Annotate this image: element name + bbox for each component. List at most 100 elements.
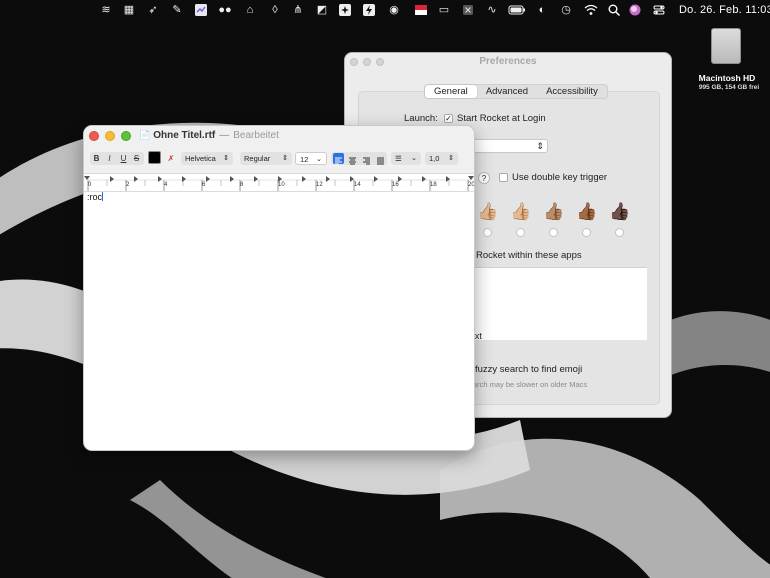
- rocket-icon[interactable]: ➶: [146, 3, 160, 17]
- line-spacing-value: 1,0: [429, 154, 440, 163]
- app-list: at nal 2 ne Text: [453, 267, 647, 340]
- ruler-number: 0: [88, 182, 92, 188]
- home-icon[interactable]: ⌂: [243, 3, 257, 17]
- skin-tone-radio-1[interactable]: [483, 228, 492, 237]
- fork-icon[interactable]: ⋔: [291, 3, 305, 17]
- tab-general[interactable]: General: [425, 85, 477, 98]
- document-title: 📄 Ohne Titel.rtf — Bearbeitet: [139, 130, 279, 141]
- italic-button[interactable]: I: [105, 153, 114, 165]
- bars-icon[interactable]: ≋: [99, 3, 113, 17]
- font-family-value: Helvetica: [185, 154, 216, 163]
- start-at-login-checkbox[interactable]: ✓: [444, 114, 453, 123]
- calendar-icon[interactable]: [194, 3, 208, 17]
- double-key-label[interactable]: Use double key trigger: [512, 172, 607, 183]
- eye-icon[interactable]: ◉: [387, 3, 401, 17]
- siri-icon[interactable]: [628, 3, 642, 17]
- spark-icon[interactable]: [338, 3, 352, 17]
- tab-bar: General Advanced Accessibility: [424, 84, 608, 99]
- app-list-item[interactable]: nal: [453, 305, 647, 318]
- battery-icon[interactable]: [508, 3, 526, 17]
- tool-icon[interactable]: ✎: [170, 3, 184, 17]
- app-list-item[interactable]: at: [453, 280, 647, 293]
- skin-tone-radio-4[interactable]: [582, 228, 591, 237]
- chevron-updown-icon: ⇕: [448, 155, 454, 162]
- skin-tone-radio-5[interactable]: [615, 228, 624, 237]
- list-style-popup[interactable]: ☰ ⌄: [391, 152, 421, 165]
- ruler-number: 2: [126, 182, 130, 188]
- lightning-icon[interactable]: [362, 3, 376, 17]
- x-icon[interactable]: [461, 3, 475, 17]
- skin-tone-5[interactable]: 👍🏿: [609, 201, 630, 223]
- control-center-icon[interactable]: [652, 3, 666, 17]
- skin-tone-3[interactable]: 👍🏽: [543, 201, 564, 223]
- line-spacing-popup[interactable]: 1,0 ⇕: [425, 152, 458, 165]
- document-filename[interactable]: Ohne Titel.rtf: [153, 130, 215, 141]
- clock-icon[interactable]: ◷: [559, 3, 573, 17]
- skin-tone-radio-3[interactable]: [549, 228, 558, 237]
- drop-icon[interactable]: ◊: [268, 3, 282, 17]
- skin-tone-4[interactable]: 👍🏾: [576, 201, 597, 223]
- font-family-popup[interactable]: Helvetica ⇕: [181, 152, 233, 165]
- close-button[interactable]: [350, 58, 358, 66]
- search-icon[interactable]: [607, 3, 621, 17]
- bold-button[interactable]: B: [92, 153, 101, 165]
- minimize-button[interactable]: [363, 58, 371, 66]
- font-style-popup[interactable]: Regular ⇕: [240, 152, 292, 165]
- zoom-button[interactable]: [121, 131, 131, 141]
- disk-info-label: 995 GB, 154 GB frei: [698, 84, 760, 91]
- skin-tone-radio-2[interactable]: [516, 228, 525, 237]
- window-title: Preferences: [479, 56, 537, 67]
- menu-bar: ≋ ▦ ➶ ✎ ●● ⌂ ◊ ⋔ ◩ ◉ ▭ ∿ ◐ ◷ Do. 26. Feb…: [0, 0, 770, 20]
- launch-label: Launch:: [404, 113, 438, 124]
- title-separator: —: [219, 130, 230, 141]
- shield-icon[interactable]: ◩: [315, 3, 329, 17]
- ruler[interactable]: 0 2 4 6 8 10 12 14 16 18 20: [84, 174, 474, 192]
- start-at-login-label[interactable]: Start Rocket at Login: [457, 113, 546, 124]
- grid-icon[interactable]: ▦: [122, 3, 136, 17]
- waveform-icon[interactable]: ∿: [485, 3, 499, 17]
- apple-logo-icon: [720, 38, 734, 52]
- user-icon[interactable]: ◐: [535, 3, 549, 17]
- font-style-value: Regular: [244, 154, 271, 163]
- tab-accessibility[interactable]: Accessibility: [537, 85, 607, 98]
- underline-button[interactable]: U: [119, 153, 128, 165]
- text-color-well[interactable]: [148, 151, 161, 164]
- app-list-item[interactable]: [453, 293, 647, 306]
- help-button[interactable]: ?: [478, 172, 490, 184]
- fuzzy-search-label[interactable]: fuzzy search to find emoji: [475, 364, 582, 375]
- ruler-number: 12: [316, 182, 323, 188]
- textedit-toolbar: 📄 Ohne Titel.rtf — Bearbeitet B I U S ✗ Hel…: [84, 126, 474, 174]
- double-key-checkbox[interactable]: [499, 173, 508, 182]
- ruler-number: 16: [392, 182, 399, 188]
- chevron-down-icon: ⌄: [411, 155, 417, 162]
- flag-icon[interactable]: [414, 3, 428, 17]
- wifi-icon[interactable]: [584, 3, 598, 17]
- display-icon[interactable]: ▭: [437, 3, 451, 17]
- disk-name-label[interactable]: Macintosh HD: [690, 73, 764, 83]
- align-center-button[interactable]: [347, 153, 358, 165]
- ruler-number: 18: [430, 182, 437, 188]
- font-size-value: 12: [300, 155, 309, 164]
- app-list-item[interactable]: ne Text: [453, 330, 647, 340]
- justify-button[interactable]: [375, 153, 386, 165]
- font-size-combobox[interactable]: 12 ⌄: [295, 152, 327, 165]
- menubar-clock[interactable]: Do. 26. Feb. 11:03: [679, 4, 770, 16]
- skin-tone-2[interactable]: 👍🏼: [510, 201, 531, 223]
- strikethrough-button[interactable]: S: [132, 153, 141, 165]
- hard-disk-icon[interactable]: [711, 28, 741, 64]
- minimize-button[interactable]: [105, 131, 115, 141]
- document-icon: 📄: [139, 130, 151, 140]
- app-list-item[interactable]: 2: [453, 318, 647, 331]
- zoom-button[interactable]: [376, 58, 384, 66]
- document-body[interactable]: :roc: [87, 192, 104, 202]
- highlight-icon[interactable]: ✗: [166, 153, 176, 165]
- skin-tone-1[interactable]: 👍🏼: [477, 201, 498, 223]
- close-button[interactable]: [89, 131, 99, 141]
- chevron-updown-icon: ⇕: [536, 141, 544, 151]
- tab-advanced[interactable]: Advanced: [477, 85, 537, 98]
- align-right-button[interactable]: [361, 153, 372, 165]
- ruler-number: 6: [202, 182, 206, 188]
- align-left-button[interactable]: [333, 153, 344, 165]
- apps-section-label: Rocket within these apps: [476, 250, 582, 261]
- dots-icon[interactable]: ●●: [218, 3, 232, 17]
